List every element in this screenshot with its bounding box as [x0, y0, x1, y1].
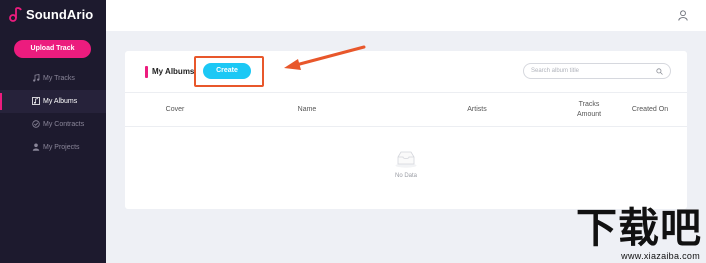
album-icon	[32, 97, 40, 105]
albums-card: My Albums Create Search album title Cove…	[125, 51, 687, 209]
empty-box-icon	[395, 151, 417, 168]
title-accent-bar	[145, 66, 148, 78]
column-header-artists[interactable]: Artists	[445, 93, 509, 126]
search-placeholder: Search album title	[531, 68, 580, 74]
search-icon[interactable]	[656, 67, 663, 75]
watermark-logo: 下载吧	[576, 204, 702, 252]
sidebar: SoundArio Upload Track My Tracks My Albu…	[0, 0, 106, 263]
sidebar-item-my-albums[interactable]: My Albums	[0, 90, 106, 113]
watermark-url: www.xiazaiba.com	[621, 251, 700, 261]
brand[interactable]: SoundArio	[9, 6, 93, 22]
upload-track-button[interactable]: Upload Track	[14, 40, 91, 58]
column-header-tracks-amount[interactable]: Tracks Amount	[567, 93, 611, 126]
album-search-input[interactable]: Search album title	[523, 63, 671, 79]
column-header-cover[interactable]: Cover	[145, 93, 205, 126]
sidebar-item-my-projects[interactable]: My Projects	[0, 136, 106, 159]
soundario-logo-icon	[9, 7, 22, 22]
sidebar-item-label: My Contracts	[43, 121, 85, 128]
empty-state-text: No Data	[394, 173, 417, 179]
annotation-highlight-box	[194, 56, 264, 87]
table-header: Cover Name Artists Tracks Amount Created…	[125, 92, 687, 127]
column-header-created-on[interactable]: Created On	[625, 93, 675, 126]
user-icon[interactable]	[678, 10, 688, 21]
page-title: My Albums	[152, 67, 195, 76]
contract-icon	[32, 120, 40, 128]
annotation-arrow-icon	[284, 45, 366, 70]
user-icon	[32, 143, 40, 151]
sidebar-item-label: My Tracks	[43, 75, 75, 82]
app-name: SoundArio	[26, 6, 94, 22]
column-header-name[interactable]: Name	[275, 93, 339, 126]
watermark: 下载吧 www.xiazaiba.com	[567, 206, 702, 261]
sidebar-item-label: My Albums	[43, 98, 78, 105]
sidebar-item-label: My Projects	[43, 144, 80, 151]
music-note-icon	[33, 74, 40, 82]
sidebar-item-my-tracks[interactable]: My Tracks	[0, 67, 106, 90]
sidebar-item-my-contracts[interactable]: My Contracts	[0, 113, 106, 136]
top-bar	[106, 0, 706, 31]
empty-state: No Data	[383, 150, 429, 179]
sidebar-nav: My Tracks My Albums My Contracts My Proj…	[0, 67, 106, 159]
